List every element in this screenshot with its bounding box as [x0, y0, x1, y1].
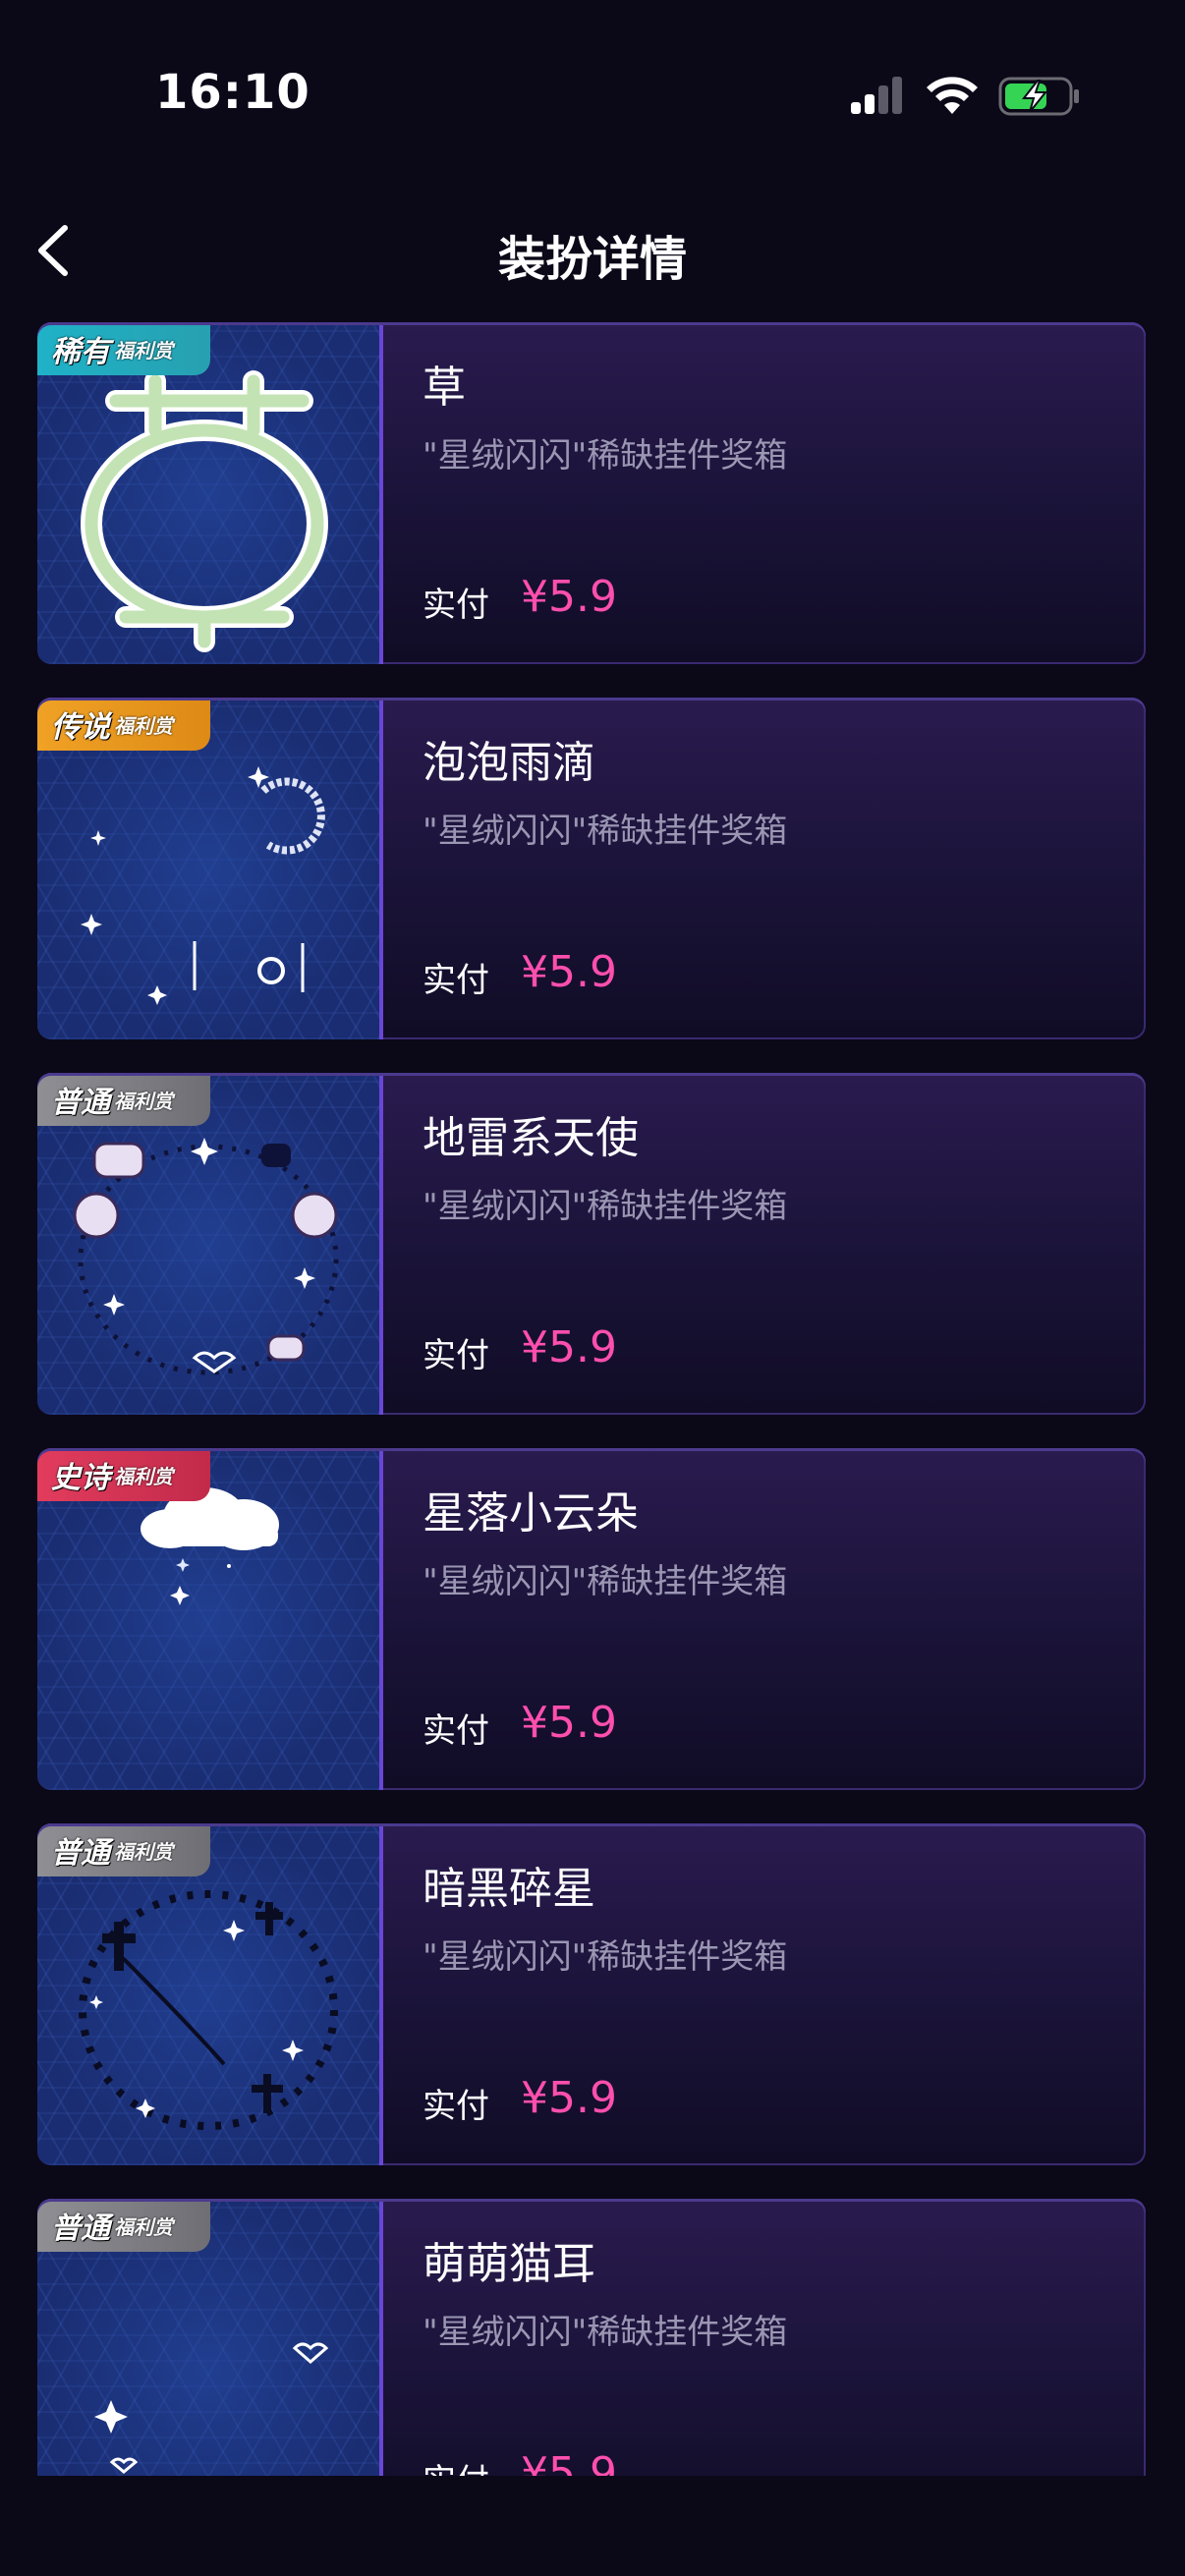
item-source: "星绒闪闪"稀缺挂件奖箱 — [423, 2313, 788, 2352]
item-source: "星绒闪闪"稀缺挂件奖箱 — [423, 812, 788, 851]
item-list: 稀有 福利赏 草 "星绒闪闪"稀缺挂件奖箱 实付 ¥5.9 传说 福利赏 泡泡雨… — [0, 0, 1185, 2476]
price-value: ¥5.9 — [521, 947, 617, 997]
price-label: 实付 — [423, 961, 489, 1000]
item-thumbnail: 传说 福利赏 — [37, 698, 383, 1039]
bottom-safe-area — [0, 2476, 1185, 2576]
item-thumbnail: 普通 福利赏 — [37, 1823, 383, 2165]
price-label: 实付 — [423, 1336, 489, 1375]
price-value: ¥5.9 — [521, 1322, 617, 1372]
item-thumbnail: 史诗 福利赏 — [37, 1448, 383, 1790]
price-value: ¥5.9 — [521, 1698, 617, 1748]
item-info: 星落小云朵 "星绒闪闪"稀缺挂件奖箱 实付 ¥5.9 — [423, 1448, 1110, 1790]
item-name: 暗黑碎星 — [423, 1864, 595, 1914]
rarity-badge: 普通 福利赏 — [37, 2199, 210, 2252]
item-name: 星落小云朵 — [423, 1488, 639, 1539]
rarity-badge: 普通 福利赏 — [37, 1073, 210, 1126]
rarity-badge: 史诗 福利赏 — [37, 1448, 210, 1501]
price-label: 实付 — [423, 2087, 489, 2126]
item-card[interactable]: 普通 福利赏 暗黑碎星 "星绒闪闪"稀缺挂件奖箱 实付 ¥5.9 — [37, 1823, 1146, 2165]
item-info: 萌萌猫耳 "星绒闪闪"稀缺挂件奖箱 实付 ¥5.9 — [423, 2199, 1110, 2476]
item-card[interactable]: 稀有 福利赏 草 "星绒闪闪"稀缺挂件奖箱 实付 ¥5.9 — [37, 322, 1146, 664]
item-name: 地雷系天使 — [423, 1113, 639, 1163]
item-info: 地雷系天使 "星绒闪闪"稀缺挂件奖箱 实付 ¥5.9 — [423, 1073, 1110, 1415]
item-card[interactable]: 普通 福利赏 地雷系天使 "星绒闪闪"稀缺挂件奖箱 实付 ¥5.9 — [37, 1073, 1146, 1415]
item-info: 草 "星绒闪闪"稀缺挂件奖箱 实付 ¥5.9 — [423, 322, 1110, 664]
item-thumbnail: 普通 福利赏 — [37, 1073, 383, 1415]
item-thumbnail: 稀有 福利赏 — [37, 322, 383, 664]
price-value: ¥5.9 — [521, 2073, 617, 2123]
item-info: 泡泡雨滴 "星绒闪闪"稀缺挂件奖箱 实付 ¥5.9 — [423, 698, 1110, 1039]
price-value: ¥5.9 — [521, 2448, 617, 2476]
item-source: "星绒闪闪"稀缺挂件奖箱 — [423, 1187, 788, 1226]
item-name: 草 — [423, 363, 466, 413]
item-card[interactable]: 传说 福利赏 泡泡雨滴 "星绒闪闪"稀缺挂件奖箱 实付 ¥5.9 — [37, 698, 1146, 1039]
item-info: 暗黑碎星 "星绒闪闪"稀缺挂件奖箱 实付 ¥5.9 — [423, 1823, 1110, 2165]
rarity-badge: 稀有 福利赏 — [37, 322, 210, 375]
item-card[interactable]: 普通福利赏 萌萌猫耳 "星绒闪闪"稀缺挂件奖箱 实付 ¥5.9 — [37, 2199, 1146, 2476]
item-name: 泡泡雨滴 — [423, 738, 595, 788]
item-name: 萌萌猫耳 — [423, 2239, 595, 2289]
item-source: "星绒闪闪"稀缺挂件奖箱 — [423, 436, 788, 476]
item-source: "星绒闪闪"稀缺挂件奖箱 — [423, 1937, 788, 1977]
price-label: 实付 — [423, 1711, 489, 1751]
price-label: 实付 — [423, 2454, 489, 2476]
item-card[interactable]: 史诗 福利赏 星落小云朵 "星绒闪闪"稀缺挂件奖箱 实付 ¥5.9 — [37, 1448, 1146, 1790]
item-thumbnail: 普通 福利赏 — [37, 2199, 383, 2476]
item-source: "星绒闪闪"稀缺挂件奖箱 — [423, 1562, 788, 1601]
price-value: ¥5.9 — [521, 572, 617, 622]
price-label: 实付 — [423, 586, 489, 625]
rarity-badge: 传说 福利赏 — [37, 698, 210, 751]
rarity-badge: 普通 福利赏 — [37, 1823, 210, 1876]
